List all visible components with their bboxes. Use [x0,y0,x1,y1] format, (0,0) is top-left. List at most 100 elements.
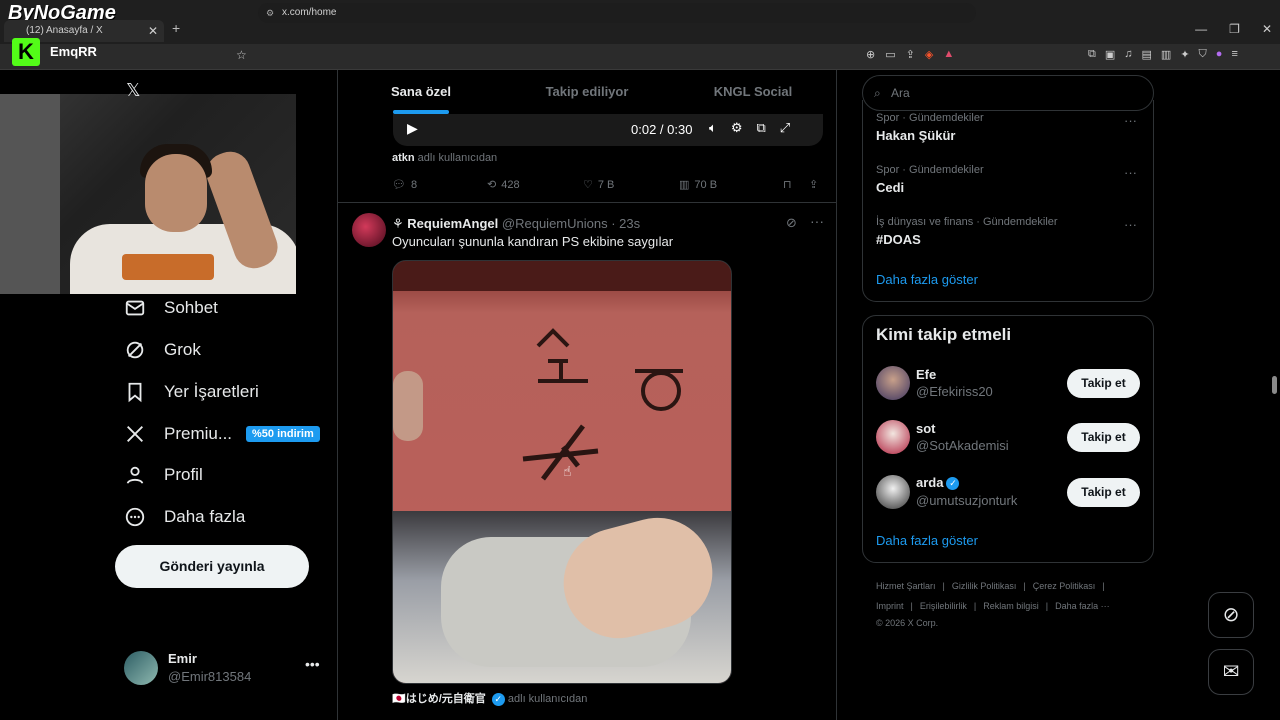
restore-icon[interactable]: ❐ [1229,22,1240,36]
volume-icon[interactable]: 🔈︎ [709,120,717,136]
url-field[interactable]: ⚙ x.com/home [258,3,976,23]
trend-item[interactable]: Hakan Şükür [876,128,955,143]
share-tweet-icon: ⇪ [809,179,819,191]
footer-link-cookies[interactable]: Çerez Politikası [1033,581,1096,591]
share-button[interactable]: ⇪ [809,178,818,191]
cast-icon[interactable]: ▭ [885,48,895,61]
views-icon: ▥ [679,179,690,191]
extensions-icon[interactable]: ⧉ [1088,48,1096,61]
trends-show-more[interactable]: Daha fazla göster [876,272,978,287]
avatar[interactable] [352,213,386,247]
divider [338,202,836,203]
bookmark-button[interactable]: ⊓ [783,178,809,191]
fullscreen-icon[interactable]: ⤢ [780,120,790,136]
menu-icon[interactable]: ≡ [1231,48,1237,61]
x-logo-icon[interactable]: 𝕏 [126,80,141,101]
heart-icon: ♡ [583,179,593,191]
views-button[interactable]: ▥ 70 B [679,178,783,192]
sidebar-icon[interactable]: ▤ [1142,48,1152,61]
footer-separator: | [1102,581,1105,591]
music-icon[interactable]: ♫ [1124,48,1132,61]
post-button[interactable]: Gönderi yayınla [115,545,309,588]
vpn-icon[interactable]: ⛉ [1199,48,1207,61]
avatar[interactable] [876,420,910,454]
brave-shield-icon[interactable]: ◈ [925,48,933,61]
mail-icon [125,300,145,316]
footer-separator: | [910,601,913,611]
nav-item-premium[interactable]: Premiu... %50 indirim [124,421,320,447]
nav-item-bookmarks[interactable]: Yer İşaretleri [124,379,259,405]
scrollbar[interactable] [1272,376,1277,394]
repost-button[interactable]: ⟲ 428 [487,178,583,192]
who-to-follow-show-more[interactable]: Daha fazla göster [876,533,978,548]
like-button[interactable]: ♡ 7 B [583,178,679,192]
kick-logo-icon: K [12,38,40,66]
nav-item-chat[interactable]: Sohbet [124,295,218,321]
trend-item[interactable]: Cedi [876,180,904,195]
bookmark-outline-icon: ⊓ [783,179,792,191]
tab-following[interactable]: Takip ediliyor [504,70,670,114]
reply-button[interactable]: 💬︎ 8 [392,178,487,192]
avatar[interactable] [124,651,158,685]
pip-icon[interactable]: ⧉ [756,120,765,136]
url-text: x.com/home [282,7,337,18]
via-user[interactable]: 🇯🇵はじめ/元自衛官 [392,693,486,705]
follow-button[interactable]: Takip et [1067,369,1140,398]
trend-more-icon[interactable]: ··· [1124,113,1137,128]
footer-link-accessibility[interactable]: Erişilebilirlik [920,601,967,611]
tweet-more-icon[interactable]: ··· [810,213,824,229]
brave-rewards-icon[interactable]: ▲ [943,48,954,61]
site-info-icon[interactable]: ⚙ [266,3,274,23]
reply-icon: 💬︎ [392,179,406,191]
bookmark-page-icon[interactable]: ☆ [236,48,247,62]
new-tab-button[interactable]: + [172,20,180,36]
nav-item-profile[interactable]: Profil [124,462,203,488]
suggested-user-name[interactable]: arda ✓ [916,475,960,491]
tweet-handle[interactable]: @RequiemUnions [502,216,608,231]
window-controls: — ❐ ✕ [1195,22,1272,36]
share-icon[interactable]: ⇪ [906,48,915,61]
suggested-user-name[interactable]: Efe [916,367,936,382]
settings-icon[interactable]: ⚙ [731,120,743,136]
repost-icon: ⟲ [487,179,497,191]
footer-link-privacy[interactable]: Gizlilik Politikası [952,581,1017,591]
verified-icon: ✓ [491,692,505,706]
minimize-icon[interactable]: — [1195,22,1207,36]
tab-for-you[interactable]: Sana özel [338,70,504,114]
trend-more-icon[interactable]: ··· [1124,217,1137,232]
footer-link-imprint[interactable]: Imprint [876,601,904,611]
more-circle-icon [125,507,145,527]
leo-icon[interactable]: ✦ [1180,48,1189,61]
follow-button[interactable]: Takip et [1067,478,1140,507]
tweet-display-name[interactable]: ⚘ RequiemAngel [392,216,498,231]
tab-kngl-social[interactable]: KNGL Social [670,70,836,114]
trend-more-icon[interactable]: ··· [1124,165,1137,180]
suggested-user-name[interactable]: sot [916,421,936,436]
footer-link-terms[interactable]: Hizmet Şartları [876,581,936,591]
screenshot-icon[interactable]: ▣ [1105,48,1115,61]
avatar[interactable] [876,475,910,509]
close-window-icon[interactable]: ✕ [1262,22,1272,36]
nav-item-more[interactable]: Daha fazla [124,504,245,530]
close-tab-icon[interactable]: ✕ [148,20,158,42]
footer-link-ads-info[interactable]: Reklam bilgisi [983,601,1039,611]
grok-explain-icon[interactable]: ⊘ [786,215,797,231]
via-suffix: adlı kullanıcıdan [504,693,588,705]
wallet-icon[interactable]: ▥ [1161,48,1171,61]
follow-button[interactable]: Takip et [1067,423,1140,452]
nav-item-grok[interactable]: Grok [124,337,201,363]
search-input[interactable]: ⌕ Ara [862,75,1154,111]
grok-fab-icon[interactable]: ⊘ [1208,592,1254,638]
profile-name[interactable]: Emir [168,651,197,666]
footer-link-more[interactable]: Daha fazla ··· [1055,601,1110,611]
trend-item[interactable]: #DOAS [876,232,921,247]
messages-fab-icon[interactable]: ✉ [1208,649,1254,695]
avatar[interactable] [876,366,910,400]
play-icon[interactable]: ▶ [407,120,418,137]
zoom-icon[interactable]: ⊕ [866,48,875,61]
via-user[interactable]: atkn [392,152,415,164]
tweet-time[interactable]: · 23s [611,216,640,231]
account-more-icon[interactable]: ••• [305,656,320,672]
profile-icon[interactable]: ● [1216,48,1223,61]
tweet-video[interactable] [392,260,732,684]
